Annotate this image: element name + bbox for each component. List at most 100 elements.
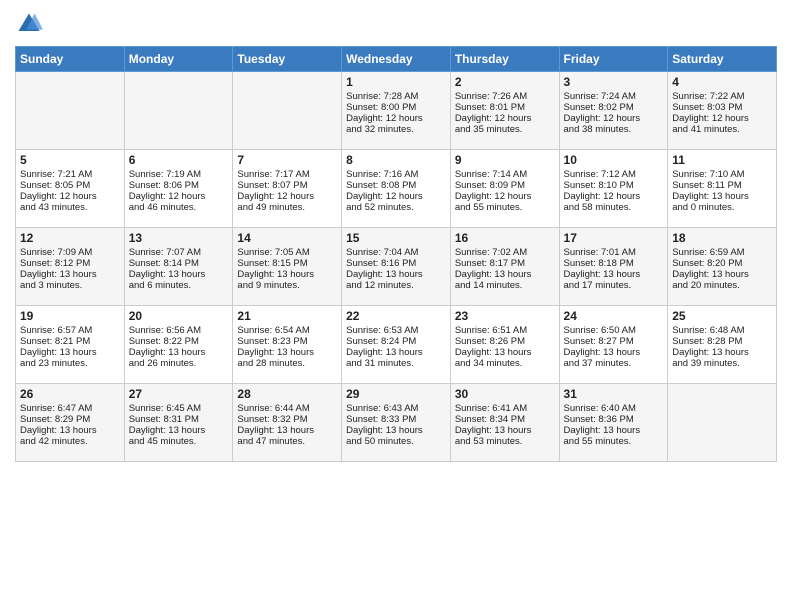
header <box>15 10 777 38</box>
day-info-line: and 34 minutes. <box>455 358 555 369</box>
day-info-line: and 41 minutes. <box>672 124 772 135</box>
day-info-line: Daylight: 13 hours <box>20 425 120 436</box>
day-info-line: Sunset: 8:34 PM <box>455 414 555 425</box>
day-number: 12 <box>20 231 120 245</box>
day-info-line: Daylight: 13 hours <box>564 425 664 436</box>
header-cell-thursday: Thursday <box>450 47 559 72</box>
header-cell-saturday: Saturday <box>668 47 777 72</box>
day-number: 31 <box>564 387 664 401</box>
calendar-cell: 24Sunrise: 6:50 AMSunset: 8:27 PMDayligh… <box>559 306 668 384</box>
day-info-line: Sunset: 8:28 PM <box>672 336 772 347</box>
day-info-line: Daylight: 13 hours <box>20 347 120 358</box>
day-info-line: Daylight: 12 hours <box>346 113 446 124</box>
day-info-line: Sunset: 8:20 PM <box>672 258 772 269</box>
day-number: 16 <box>455 231 555 245</box>
day-info-line: and 49 minutes. <box>237 202 337 213</box>
day-info-line: Sunrise: 6:54 AM <box>237 325 337 336</box>
day-number: 7 <box>237 153 337 167</box>
day-number: 8 <box>346 153 446 167</box>
calendar-cell: 26Sunrise: 6:47 AMSunset: 8:29 PMDayligh… <box>16 384 125 462</box>
day-info-line: and 52 minutes. <box>346 202 446 213</box>
day-number: 14 <box>237 231 337 245</box>
day-info-line: Sunrise: 6:48 AM <box>672 325 772 336</box>
day-info-line: Daylight: 12 hours <box>672 113 772 124</box>
day-info-line: Daylight: 12 hours <box>237 191 337 202</box>
calendar-cell: 1Sunrise: 7:28 AMSunset: 8:00 PMDaylight… <box>342 72 451 150</box>
day-info-line: and 37 minutes. <box>564 358 664 369</box>
day-info-line: Sunrise: 7:14 AM <box>455 169 555 180</box>
calendar-row-2: 12Sunrise: 7:09 AMSunset: 8:12 PMDayligh… <box>16 228 777 306</box>
day-info-line: Sunset: 8:27 PM <box>564 336 664 347</box>
day-info-line: Sunset: 8:10 PM <box>564 180 664 191</box>
day-info-line: Sunrise: 7:10 AM <box>672 169 772 180</box>
day-info-line: Sunset: 8:16 PM <box>346 258 446 269</box>
day-info-line: Sunrise: 6:56 AM <box>129 325 229 336</box>
day-info-line: Sunrise: 7:17 AM <box>237 169 337 180</box>
day-info-line: Sunset: 8:09 PM <box>455 180 555 191</box>
day-info-line: Sunset: 8:17 PM <box>455 258 555 269</box>
calendar-cell: 3Sunrise: 7:24 AMSunset: 8:02 PMDaylight… <box>559 72 668 150</box>
day-info-line: Daylight: 12 hours <box>20 191 120 202</box>
calendar-cell: 10Sunrise: 7:12 AMSunset: 8:10 PMDayligh… <box>559 150 668 228</box>
day-info-line: Sunrise: 7:05 AM <box>237 247 337 258</box>
calendar-cell: 27Sunrise: 6:45 AMSunset: 8:31 PMDayligh… <box>124 384 233 462</box>
day-info-line: Daylight: 13 hours <box>346 269 446 280</box>
calendar-cell: 11Sunrise: 7:10 AMSunset: 8:11 PMDayligh… <box>668 150 777 228</box>
day-info-line: Sunset: 8:00 PM <box>346 102 446 113</box>
day-info-line: and 55 minutes. <box>564 436 664 447</box>
day-info-line: and 9 minutes. <box>237 280 337 291</box>
day-info-line: Daylight: 12 hours <box>564 113 664 124</box>
day-info-line: and 42 minutes. <box>20 436 120 447</box>
calendar-cell: 4Sunrise: 7:22 AMSunset: 8:03 PMDaylight… <box>668 72 777 150</box>
day-info-line: Sunrise: 6:51 AM <box>455 325 555 336</box>
day-info-line: Sunset: 8:32 PM <box>237 414 337 425</box>
calendar-cell: 6Sunrise: 7:19 AMSunset: 8:06 PMDaylight… <box>124 150 233 228</box>
day-info-line: and 26 minutes. <box>129 358 229 369</box>
calendar-cell: 13Sunrise: 7:07 AMSunset: 8:14 PMDayligh… <box>124 228 233 306</box>
day-info-line: Daylight: 13 hours <box>237 347 337 358</box>
day-info-line: Sunset: 8:08 PM <box>346 180 446 191</box>
calendar-row-4: 26Sunrise: 6:47 AMSunset: 8:29 PMDayligh… <box>16 384 777 462</box>
day-info-line: and 55 minutes. <box>455 202 555 213</box>
day-number: 13 <box>129 231 229 245</box>
day-info-line: Sunrise: 7:16 AM <box>346 169 446 180</box>
day-number: 29 <box>346 387 446 401</box>
day-info-line: Sunrise: 7:19 AM <box>129 169 229 180</box>
calendar-cell: 9Sunrise: 7:14 AMSunset: 8:09 PMDaylight… <box>450 150 559 228</box>
day-info-line: Sunrise: 6:50 AM <box>564 325 664 336</box>
calendar-row-0: 1Sunrise: 7:28 AMSunset: 8:00 PMDaylight… <box>16 72 777 150</box>
day-number: 20 <box>129 309 229 323</box>
calendar-cell: 25Sunrise: 6:48 AMSunset: 8:28 PMDayligh… <box>668 306 777 384</box>
day-info-line: Sunrise: 6:53 AM <box>346 325 446 336</box>
calendar-cell <box>16 72 125 150</box>
calendar-cell: 20Sunrise: 6:56 AMSunset: 8:22 PMDayligh… <box>124 306 233 384</box>
day-info-line: Sunset: 8:14 PM <box>129 258 229 269</box>
day-number: 26 <box>20 387 120 401</box>
day-info-line: Daylight: 12 hours <box>346 191 446 202</box>
day-info-line: Sunrise: 6:43 AM <box>346 403 446 414</box>
day-info-line: Sunrise: 6:40 AM <box>564 403 664 414</box>
day-number: 3 <box>564 75 664 89</box>
calendar-cell: 15Sunrise: 7:04 AMSunset: 8:16 PMDayligh… <box>342 228 451 306</box>
day-number: 25 <box>672 309 772 323</box>
day-info-line: and 14 minutes. <box>455 280 555 291</box>
day-number: 18 <box>672 231 772 245</box>
day-info-line: Daylight: 12 hours <box>564 191 664 202</box>
day-info-line: Daylight: 13 hours <box>672 269 772 280</box>
day-info-line: Daylight: 13 hours <box>129 269 229 280</box>
day-info-line: Daylight: 13 hours <box>20 269 120 280</box>
day-info-line: Sunrise: 7:22 AM <box>672 91 772 102</box>
header-cell-wednesday: Wednesday <box>342 47 451 72</box>
day-info-line: Sunrise: 6:57 AM <box>20 325 120 336</box>
day-info-line: Sunset: 8:07 PM <box>237 180 337 191</box>
calendar-row-3: 19Sunrise: 6:57 AMSunset: 8:21 PMDayligh… <box>16 306 777 384</box>
calendar-cell: 5Sunrise: 7:21 AMSunset: 8:05 PMDaylight… <box>16 150 125 228</box>
header-row: SundayMondayTuesdayWednesdayThursdayFrid… <box>16 47 777 72</box>
day-info-line: Sunset: 8:31 PM <box>129 414 229 425</box>
calendar-table: SundayMondayTuesdayWednesdayThursdayFrid… <box>15 46 777 462</box>
calendar-cell: 28Sunrise: 6:44 AMSunset: 8:32 PMDayligh… <box>233 384 342 462</box>
calendar-cell: 12Sunrise: 7:09 AMSunset: 8:12 PMDayligh… <box>16 228 125 306</box>
day-number: 22 <box>346 309 446 323</box>
day-info-line: Sunrise: 7:24 AM <box>564 91 664 102</box>
day-info-line: Sunset: 8:21 PM <box>20 336 120 347</box>
